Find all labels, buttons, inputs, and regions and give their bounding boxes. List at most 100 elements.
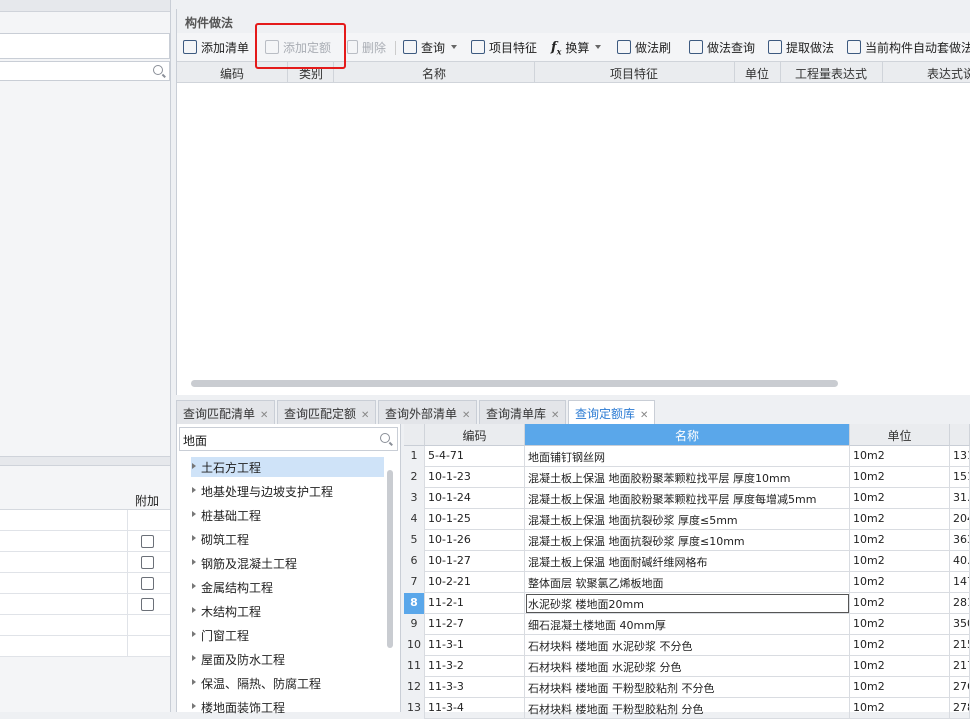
convert-button[interactable]: fx 换算 xyxy=(551,38,602,57)
row-number[interactable]: 8 xyxy=(404,593,425,614)
cell-name[interactable]: 水泥砂浆 楼地面20mm xyxy=(525,593,850,614)
cell-code[interactable]: 10-2-21 xyxy=(425,572,525,593)
search-icon[interactable] xyxy=(380,433,390,443)
add-list-button[interactable]: 添加清单 xyxy=(183,38,249,56)
tree-item[interactable]: 木结构工程 xyxy=(191,601,265,621)
cell-extra[interactable]: 276 xyxy=(950,677,970,698)
cell-code[interactable]: 10-1-25 xyxy=(425,509,525,530)
cell-extra[interactable]: 31. xyxy=(950,488,970,509)
table-row[interactable]: 911-2-7细石混凝土楼地面 40mm厚10m2350 xyxy=(404,614,970,635)
cell-unit[interactable]: 10m2 xyxy=(850,656,950,677)
cell-extra[interactable]: 215 xyxy=(950,635,970,656)
cell-code[interactable]: 11-2-1 xyxy=(425,593,525,614)
row-number[interactable]: 4 xyxy=(404,509,425,530)
method-brush-button[interactable]: 做法刷 xyxy=(617,38,671,56)
tree-item[interactable]: 保温、隔热、防腐工程 xyxy=(191,673,325,693)
table-row[interactable]: 6 10-1-27 混凝土板上保温 地面耐碱纤维网格布 10m2 40. xyxy=(404,551,970,572)
cell-name[interactable]: 混凝土板上保温 地面抗裂砂浆 厚度≤5mm xyxy=(525,509,850,530)
close-icon[interactable]: ✕ xyxy=(462,410,470,421)
tree-item[interactable]: 钢筋及混凝土工程 xyxy=(191,553,301,573)
extra-checkbox[interactable] xyxy=(141,598,154,611)
cell-name[interactable]: 混凝土板上保温 地面抗裂砂浆 厚度≤10mm xyxy=(525,530,850,551)
tab-query-quota-library[interactable]: 查询定额库 ✕ xyxy=(568,400,656,425)
cell-unit[interactable]: 10m2 xyxy=(850,614,950,635)
column-unit[interactable]: 单位 xyxy=(850,424,950,446)
row-number[interactable]: 1 xyxy=(404,446,425,467)
cell-extra[interactable]: 204 xyxy=(950,509,970,530)
table-row[interactable]: 710-2-21整体面层 软聚氯乙烯板地面10m2147 xyxy=(404,572,970,593)
table-row[interactable]: 15-4-71地面铺钉钢丝网10m2131 xyxy=(404,446,970,467)
cell-name[interactable]: 石材块料 楼地面 水泥砂浆 分色 xyxy=(525,656,850,677)
cell-unit[interactable]: 10m2 xyxy=(850,488,950,509)
close-icon[interactable]: ✕ xyxy=(551,410,559,421)
cell-extra[interactable]: 363 xyxy=(950,530,970,551)
tree-item[interactable]: 桩基础工程 xyxy=(191,505,265,525)
search-icon[interactable] xyxy=(153,65,163,75)
cell-code[interactable]: 11-2-7 xyxy=(425,614,525,635)
query-button[interactable]: 查询 xyxy=(403,38,458,56)
cell-name[interactable]: 整体面层 软聚氯乙烯板地面 xyxy=(525,572,850,593)
cell-name[interactable]: 混凝土板上保温 地面耐碱纤维网格布 xyxy=(525,551,850,572)
cell-extra[interactable]: 147 xyxy=(950,572,970,593)
vertical-scrollbar[interactable] xyxy=(387,470,393,648)
cell-unit[interactable]: 10m2 xyxy=(850,467,950,488)
row-number[interactable]: 13 xyxy=(404,698,425,719)
table-row[interactable]: 1311-3-4石材块料 楼地面 干粉型胶粘剂 分色10m2278 xyxy=(404,698,970,719)
extra-checkbox[interactable] xyxy=(141,535,154,548)
cell-name[interactable]: 石材块料 楼地面 水泥砂浆 不分色 xyxy=(525,635,850,656)
cell-code[interactable]: 11-3-2 xyxy=(425,656,525,677)
tree-item[interactable]: 金属结构工程 xyxy=(191,577,277,597)
tree-item[interactable]: 地基处理与边坡支护工程 xyxy=(191,481,337,501)
cell-unit[interactable]: 10m2 xyxy=(850,530,950,551)
tree-item[interactable]: 砌筑工程 xyxy=(191,529,253,549)
method-query-button[interactable]: 做法查询 xyxy=(689,38,755,56)
left-name-field[interactable] xyxy=(0,33,170,59)
row-number[interactable]: 5 xyxy=(404,530,425,551)
cell-unit[interactable]: 10m2 xyxy=(850,509,950,530)
cell-extra[interactable]: 350 xyxy=(950,614,970,635)
cell-unit[interactable]: 10m2 xyxy=(850,635,950,656)
cell-extra[interactable]: 40. xyxy=(950,551,970,572)
table-row[interactable]: 1111-3-2石材块料 楼地面 水泥砂浆 分色10m2217 xyxy=(404,656,970,677)
row-number[interactable]: 7 xyxy=(404,572,425,593)
table-row[interactable]: 1011-3-1石材块料 楼地面 水泥砂浆 不分色10m2215 xyxy=(404,635,970,656)
cell-unit[interactable]: 10m2 xyxy=(850,677,950,698)
tree-item[interactable]: 门窗工程 xyxy=(191,625,253,645)
row-number[interactable]: 12 xyxy=(404,677,425,698)
table-row[interactable]: 3 10-1-24 混凝土板上保温 地面胶粉聚苯颗粒找平层 厚度每增减5mm 10m2… xyxy=(404,488,970,509)
cell-unit[interactable]: 10m2 xyxy=(850,551,950,572)
cell-name[interactable]: 地面铺钉钢丝网 xyxy=(525,446,850,467)
cell-code[interactable]: 10-1-23 xyxy=(425,467,525,488)
auto-apply-method-button[interactable]: 当前构件自动套做法 xyxy=(847,38,970,56)
cell-extra[interactable]: 151 xyxy=(950,467,970,488)
table-row[interactable]: 510-1-26混凝土板上保温 地面抗裂砂浆 厚度≤10mm10m2363 xyxy=(404,530,970,551)
cell-code[interactable]: 11-3-3 xyxy=(425,677,525,698)
extra-checkbox[interactable] xyxy=(141,577,154,590)
row-number[interactable]: 2 xyxy=(404,467,425,488)
table-row[interactable]: 410-1-25混凝土板上保温 地面抗裂砂浆 厚度≤5mm10m2204 xyxy=(404,509,970,530)
cell-code[interactable]: 10-1-26 xyxy=(425,530,525,551)
table-row[interactable]: 811-2-1水泥砂浆 楼地面20mm10m2281 xyxy=(404,593,970,614)
tab-query-list-library[interactable]: 查询清单库 ✕ xyxy=(479,400,567,424)
row-number[interactable]: 11 xyxy=(404,656,425,677)
row-number[interactable]: 6 xyxy=(404,551,425,572)
project-feature-button[interactable]: 项目特征 xyxy=(471,38,537,56)
tree-item[interactable]: 屋面及防水工程 xyxy=(191,649,289,669)
column-name[interactable]: 名称 xyxy=(525,424,850,446)
row-number[interactable]: 9 xyxy=(404,614,425,635)
tab-query-external-list[interactable]: 查询外部清单 ✕ xyxy=(378,400,478,424)
cell-extra[interactable]: 217 xyxy=(950,656,970,677)
tab-query-match-quota[interactable]: 查询匹配定额 ✕ xyxy=(277,400,377,424)
tree-search-input[interactable]: 地面 xyxy=(179,427,398,451)
cell-unit[interactable]: 10m2 xyxy=(850,572,950,593)
cell-code[interactable]: 11-3-1 xyxy=(425,635,525,656)
cell-name[interactable]: 混凝土板上保温 地面胶粉聚苯颗粒找平层 厚度10mm xyxy=(525,467,850,488)
extra-checkbox[interactable] xyxy=(141,556,154,569)
close-icon[interactable]: ✕ xyxy=(260,410,268,421)
close-icon[interactable]: ✕ xyxy=(640,410,648,421)
cell-unit[interactable]: 10m2 xyxy=(850,446,950,467)
cell-code[interactable]: 10-1-27 xyxy=(425,551,525,572)
row-number[interactable]: 3 xyxy=(404,488,425,509)
cell-extra[interactable]: 278 xyxy=(950,698,970,719)
extract-method-button[interactable]: 提取做法 xyxy=(768,38,834,56)
